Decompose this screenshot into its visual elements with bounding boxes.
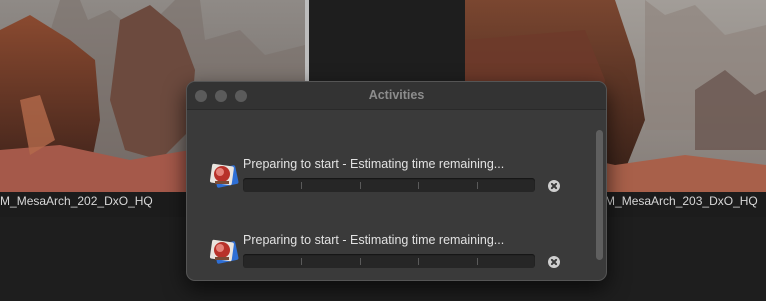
window-titlebar[interactable]: Activities (187, 82, 606, 110)
cancel-task-button[interactable] (548, 256, 560, 268)
activity-task-row: Preparing to start - Estimating time rem… (209, 233, 560, 273)
progress-tick (360, 182, 361, 189)
scrollbar[interactable] (596, 130, 603, 262)
cancel-task-button[interactable] (548, 180, 560, 192)
task-status-text: Preparing to start - Estimating time rem… (243, 233, 505, 247)
task-progress-bar (243, 178, 535, 192)
task-progress-bar (243, 254, 535, 268)
progress-tick (418, 182, 419, 189)
progress-tick (477, 182, 478, 189)
photo-library-view: 22_AM_MesaArch_202_DxO_HQ 22_AM_MesaArch… (0, 0, 766, 301)
progress-tick (418, 258, 419, 265)
activity-task-row: Preparing to start - Estimating time rem… (209, 157, 560, 197)
dxo-photolab-app-icon (209, 239, 239, 264)
progress-tick (360, 258, 361, 265)
activities-window: Activities Preparing to start - Estimati… (186, 81, 607, 281)
progress-tick (301, 182, 302, 189)
task-status-text: Preparing to start - Estimating time rem… (243, 157, 505, 171)
scrollbar-thumb[interactable] (596, 130, 603, 260)
window-title: Activities (368, 88, 425, 102)
thumbnail-caption: 22_AM_MesaArch_203_DxO_HQ (606, 194, 758, 208)
progress-tick (301, 258, 302, 265)
progress-tick (477, 258, 478, 265)
dxo-photolab-app-icon (209, 163, 239, 188)
